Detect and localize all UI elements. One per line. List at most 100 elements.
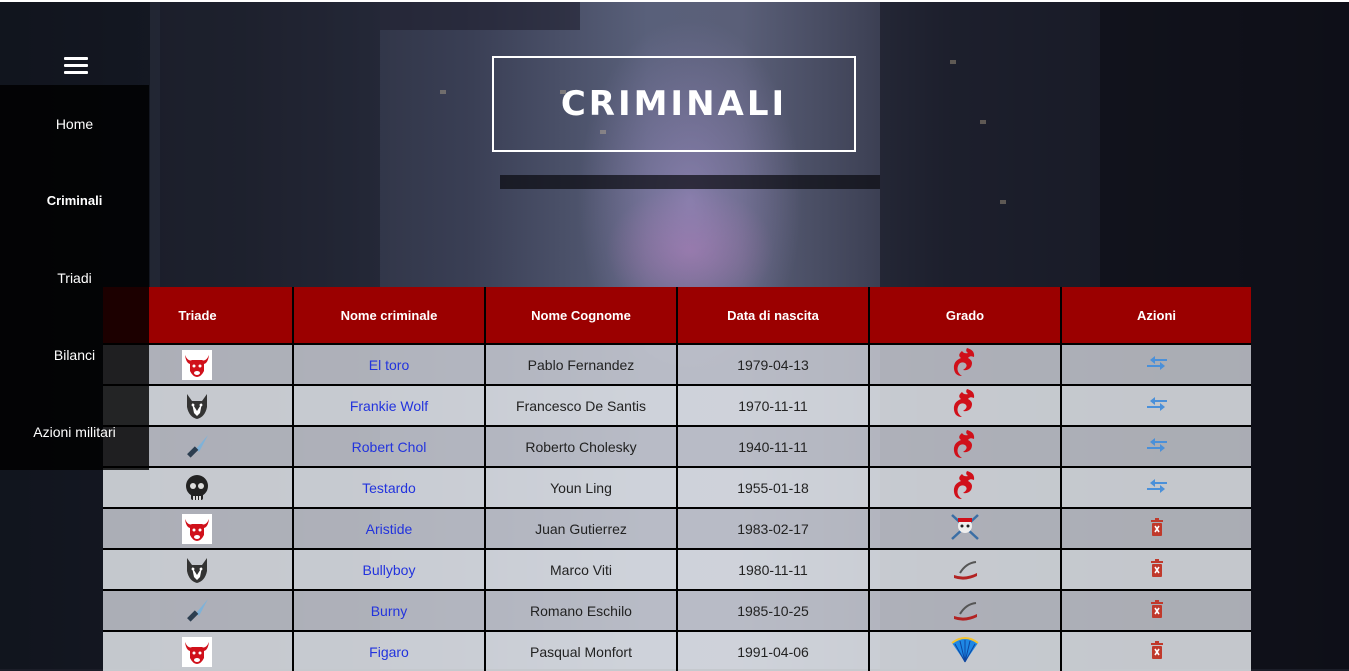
criminal-nickname-link[interactable]: El toro (369, 357, 409, 373)
criminal-nickname-link[interactable]: Robert Chol (352, 439, 427, 455)
table-row: Bullyboy Marco Viti 1980-11-11 (103, 548, 1251, 590)
nickname-cell: El toro (293, 343, 486, 385)
table-header-row: Triade Nome criminale Nome Cognome Data … (103, 287, 1251, 344)
table-row: Testardo Youn Ling 1955-01-18 (103, 466, 1251, 508)
actions-cell (1061, 384, 1251, 426)
knife-icon (182, 596, 212, 629)
criminal-nickname-link[interactable]: Aristide (366, 521, 413, 537)
knife-icon (182, 432, 212, 465)
birth-date-cell: 1955-01-18 (677, 466, 870, 508)
skull-crossed-swords-icon (949, 512, 981, 545)
grade-cell (869, 589, 1062, 631)
triade-cell (103, 466, 294, 508)
actions-cell (1061, 425, 1251, 467)
criminals-table: Triade Nome criminale Nome Cognome Data … (103, 287, 1251, 671)
bull-icon (182, 514, 212, 547)
nickname-cell: Aristide (293, 507, 486, 549)
birth-date-cell: 1983-02-17 (677, 507, 870, 549)
actions-cell (1061, 630, 1251, 671)
table-row: Burny Romano Eschilo 1985-10-25 (103, 589, 1251, 631)
nickname-cell: Figaro (293, 630, 486, 671)
nickname-cell: Frankie Wolf (293, 384, 486, 426)
actions-cell (1061, 589, 1251, 631)
birth-date-cell: 1991-04-06 (677, 630, 870, 671)
actions-cell (1061, 548, 1251, 590)
sidebar: Home Criminali Triadi Bilanci Azioni mil… (0, 85, 149, 470)
triade-cell (103, 548, 294, 590)
transfer-arrows-icon[interactable] (1146, 478, 1168, 497)
triade-cell (103, 589, 294, 631)
full-name-cell: Romano Eschilo (485, 589, 678, 631)
table-row: Aristide Juan Gutierrez 1983-02-17 (103, 507, 1251, 549)
transfer-arrows-icon[interactable] (1146, 355, 1168, 374)
page-title-box: CRIMINALI (492, 56, 856, 152)
transfer-arrows-icon[interactable] (1146, 437, 1168, 456)
table-row: Frankie Wolf Francesco De Santis 1970-11-1… (103, 384, 1251, 426)
delete-bin-icon[interactable] (1149, 600, 1165, 621)
wolf-icon (182, 555, 212, 588)
table-row: El toro Pablo Fernandez 1979-04-13 (103, 343, 1251, 385)
full-name-cell: Pasqual Monfort (485, 630, 678, 671)
grade-cell (869, 343, 1062, 385)
bull-icon (182, 637, 212, 670)
nickname-cell: Burny (293, 589, 486, 631)
birth-date-cell: 1985-10-25 (677, 589, 870, 631)
triade-cell (103, 630, 294, 671)
sidebar-item-bilanci[interactable]: Bilanci (0, 347, 149, 363)
transfer-arrows-icon[interactable] (1146, 396, 1168, 415)
straw-sandal-icon (950, 594, 980, 627)
nickname-cell: Robert Chol (293, 425, 486, 467)
red-dragon-icon (950, 387, 980, 424)
red-dragon-icon (950, 428, 980, 465)
fan-icon (950, 635, 980, 668)
criminal-nickname-link[interactable]: Burny (371, 603, 408, 619)
column-header-nome-criminale: Nome criminale (293, 287, 486, 344)
delete-bin-icon[interactable] (1149, 518, 1165, 539)
sidebar-item-azioni-militari[interactable]: Azioni militari (0, 424, 149, 440)
hamburger-menu-icon[interactable] (64, 57, 88, 77)
criminal-nickname-link[interactable]: Frankie Wolf (350, 398, 428, 414)
column-header-grado: Grado (869, 287, 1062, 344)
bull-icon (182, 350, 212, 383)
grade-cell (869, 384, 1062, 426)
birth-date-cell: 1979-04-13 (677, 343, 870, 385)
sidebar-item-criminali[interactable]: Criminali (0, 193, 149, 208)
red-dragon-icon (950, 469, 980, 506)
actions-cell (1061, 466, 1251, 508)
nickname-cell: Testardo (293, 466, 486, 508)
delete-bin-icon[interactable] (1149, 559, 1165, 580)
criminal-nickname-link[interactable]: Bullyboy (363, 562, 416, 578)
nickname-cell: Bullyboy (293, 548, 486, 590)
sidebar-item-home[interactable]: Home (0, 116, 149, 132)
grade-cell (869, 507, 1062, 549)
full-name-cell: Marco Viti (485, 548, 678, 590)
page-title: CRIMINALI (560, 84, 788, 124)
full-name-cell: Roberto Cholesky (485, 425, 678, 467)
grade-cell (869, 425, 1062, 467)
full-name-cell: Juan Gutierrez (485, 507, 678, 549)
criminal-nickname-link[interactable]: Figaro (369, 644, 409, 660)
delete-bin-icon[interactable] (1149, 641, 1165, 662)
skull-icon (182, 473, 212, 506)
wolf-icon (182, 391, 212, 424)
birth-date-cell: 1940-11-11 (677, 425, 870, 467)
grade-cell (869, 548, 1062, 590)
table-row: Robert Chol Roberto Cholesky 1940-11-11 (103, 425, 1251, 467)
grade-cell (869, 466, 1062, 508)
birth-date-cell: 1970-11-11 (677, 384, 870, 426)
sidebar-item-triadi[interactable]: Triadi (0, 270, 149, 286)
triade-cell (103, 507, 294, 549)
straw-sandal-icon (950, 553, 980, 586)
top-border (0, 0, 1349, 2)
criminal-nickname-link[interactable]: Testardo (362, 480, 416, 496)
table-row: Figaro Pasqual Monfort 1991-04-06 (103, 630, 1251, 671)
column-header-azioni: Azioni (1061, 287, 1251, 344)
full-name-cell: Pablo Fernandez (485, 343, 678, 385)
column-header-data-di-nascita: Data di nascita (677, 287, 870, 344)
full-name-cell: Youn Ling (485, 466, 678, 508)
column-header-nome-cognome: Nome Cognome (485, 287, 678, 344)
red-dragon-icon (950, 346, 980, 383)
actions-cell (1061, 343, 1251, 385)
actions-cell (1061, 507, 1251, 549)
grade-cell (869, 630, 1062, 671)
